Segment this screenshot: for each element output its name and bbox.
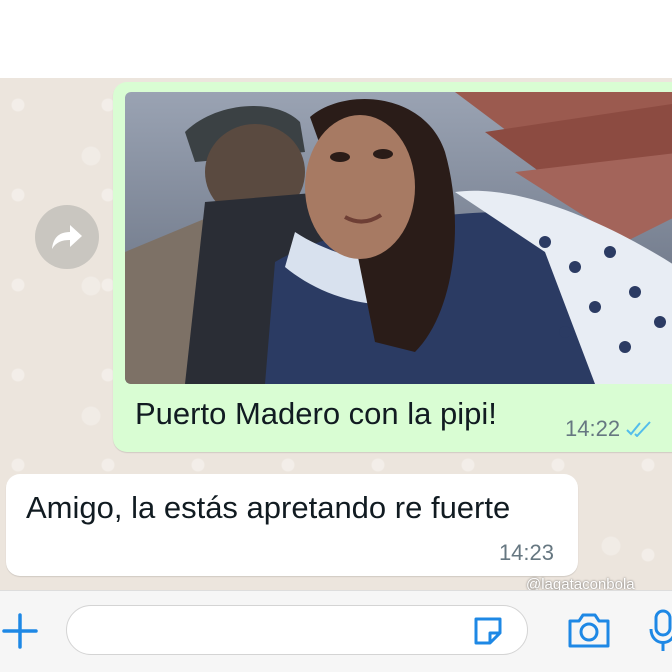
attach-button[interactable] [0,611,40,651]
forward-button[interactable] [35,205,99,269]
camera-button[interactable] [566,609,612,651]
photo-image [125,92,672,384]
microphone-icon [649,609,672,651]
message-photo[interactable] [125,92,672,384]
incoming-message-time: 14:23 [498,540,554,565]
sticker-button[interactable] [470,613,506,649]
camera-icon [568,613,610,648]
double-check-read-icon [626,421,651,437]
chat-screen: Puerto Madero con la pipi! 14:22 Amigo, … [0,0,672,672]
outgoing-message-text: Puerto Madero con la pipi! [135,396,497,431]
sticker-icon [474,617,502,645]
message-input-bar [0,590,672,672]
incoming-message-text: Amigo, la estás apretando re fuerte [26,490,511,525]
microphone-button[interactable] [648,607,672,653]
outgoing-message-time: 14:22 [565,416,621,441]
incoming-message-bubble[interactable]: Amigo, la estás apretando re fuerte 14:2… [6,474,578,576]
plus-icon [2,613,38,649]
forward-arrow-icon [52,225,82,249]
outgoing-message-meta: 14:22 [565,416,652,442]
message-input[interactable] [66,605,528,655]
outgoing-message-bubble[interactable]: Puerto Madero con la pipi! 14:22 [113,82,672,452]
